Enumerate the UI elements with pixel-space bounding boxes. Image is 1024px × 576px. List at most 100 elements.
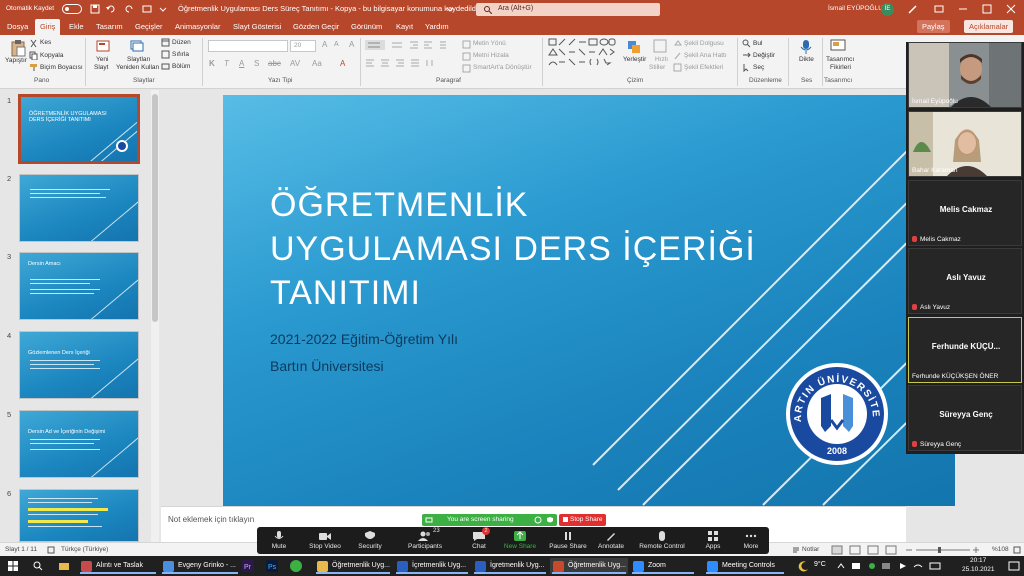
new-slide-label-2[interactable]: Slayt — [94, 64, 108, 71]
shield-icon[interactable] — [546, 516, 554, 524]
menu-transitions[interactable]: Geçişler — [135, 22, 163, 31]
video-tile-bahar[interactable]: Bahar Karaman — [908, 111, 1022, 177]
shape-outline-label[interactable]: Şekil Ana Hattı — [684, 52, 727, 59]
bold-icon[interactable]: K — [209, 59, 215, 68]
comments-button[interactable]: Açıklamalar — [964, 20, 1014, 33]
shape-outline-icon[interactable] — [673, 51, 682, 60]
cut-icon[interactable] — [29, 39, 38, 48]
reset-icon[interactable] — [161, 50, 170, 59]
designer-label-1[interactable]: Tasarımcı — [826, 56, 854, 63]
view-buttons[interactable] — [830, 545, 980, 555]
change-case-icon[interactable]: Aa — [312, 59, 322, 68]
font-size-select[interactable]: 20 — [290, 40, 316, 52]
slide-thumbnail-2[interactable] — [19, 174, 139, 242]
shrink-font-icon[interactable]: A — [334, 41, 339, 48]
shape-fill-label[interactable]: Şekil Dolgusu — [684, 40, 724, 47]
font-color-icon[interactable]: A — [340, 59, 345, 68]
menu-design[interactable]: Tasarım — [96, 22, 123, 31]
slide-thumbnail-4[interactable]: Gözlemlenen Ders İçeriği — [19, 331, 139, 399]
mute-button[interactable]: Mute — [267, 527, 291, 554]
text-direction-label[interactable]: Metin Yönü — [473, 40, 506, 47]
notes-toggle[interactable]: Notlar — [802, 546, 819, 553]
weather-temp[interactable]: 9°C — [814, 561, 826, 568]
video-tile-ismail[interactable]: İsmail Eyüpoğlu — [908, 42, 1022, 108]
pen-icon[interactable] — [908, 4, 918, 14]
slideshow-icon[interactable] — [142, 4, 152, 14]
arrange-icon[interactable] — [626, 39, 642, 55]
video-tile-sureyya[interactable]: Süreyya Genç Süreyya Genç — [908, 385, 1022, 451]
decrease-indent-icon[interactable] — [409, 40, 419, 50]
shape-fill-icon[interactable] — [673, 39, 682, 48]
taskbar-meeting-controls[interactable]: Meeting Controls — [704, 558, 786, 574]
remote-control-button[interactable]: Remote Control — [637, 527, 687, 554]
reuse-slides-label-2[interactable]: Yeniden Kullan — [116, 64, 159, 71]
microphone-icon[interactable] — [800, 39, 812, 55]
alignment-icons[interactable] — [365, 58, 445, 68]
chat-button[interactable]: Chat 2 — [467, 527, 491, 554]
arrange-label[interactable]: Yerleştir — [623, 56, 646, 63]
menu-home[interactable]: Giriş — [35, 19, 61, 35]
new-share-button[interactable]: New Share — [503, 527, 537, 554]
annotate-button[interactable]: Annotate — [595, 527, 627, 554]
paste-icon[interactable] — [10, 39, 26, 57]
menu-animations[interactable]: Animasyonlar — [175, 22, 220, 31]
search-icon[interactable] — [33, 561, 43, 571]
windows-start-icon[interactable] — [8, 561, 18, 571]
reuse-slides-label-1[interactable]: Slaytları — [127, 56, 150, 63]
section-icon[interactable] — [161, 62, 170, 71]
align-text-label[interactable]: Metni Hizala — [473, 52, 509, 59]
shape-effects-icon[interactable] — [673, 63, 682, 72]
phone-icon[interactable] — [290, 560, 302, 572]
maximize-icon[interactable] — [982, 4, 992, 14]
slide-thumbnail-5[interactable]: Dersin Ad ve İçeriğinin Değişimi — [19, 410, 139, 478]
shapes-gallery[interactable] — [548, 38, 616, 74]
taskbar-folder[interactable]: Öğretmenlik Uyg... — [314, 558, 392, 574]
screen-sharing-banner[interactable]: You are screen sharing — [422, 514, 557, 526]
clear-formatting-icon[interactable]: A — [349, 40, 354, 49]
zoom-level[interactable]: %108 — [992, 546, 1009, 553]
increase-indent-icon[interactable] — [423, 40, 433, 50]
undo-icon[interactable] — [106, 4, 116, 14]
reset-label[interactable]: Sıfırla — [172, 51, 189, 58]
taskbar-chrome[interactable]: Evgeny Grinko - ... — [160, 558, 240, 574]
search-box[interactable]: Ara (Alt+G) — [476, 3, 660, 16]
photoshop-icon[interactable]: Ps — [266, 560, 278, 572]
clock-time[interactable]: 20:17 — [970, 557, 986, 564]
user-name[interactable]: İsmail EYÜPOĞLU — [828, 5, 883, 12]
save-icon[interactable] — [90, 4, 100, 14]
menu-view[interactable]: Görünüm — [351, 22, 382, 31]
stop-video-button[interactable]: Stop Video — [305, 527, 345, 554]
info-icon[interactable] — [534, 516, 542, 524]
taskbar-powerpoint[interactable]: Öğretmenlik Uyg... — [550, 558, 628, 574]
notes-icon[interactable] — [792, 546, 800, 554]
smartart-icon[interactable] — [462, 64, 471, 73]
language-label[interactable]: Türkçe (Türkiye) — [61, 546, 108, 553]
menu-insert[interactable]: Ekle — [69, 22, 84, 31]
more-button[interactable]: More — [739, 527, 763, 554]
quick-styles-label-1[interactable]: Hızlı — [655, 56, 668, 63]
find-icon[interactable] — [742, 39, 751, 48]
participants-button[interactable]: Participants 23 — [403, 527, 447, 554]
system-tray-icons[interactable] — [836, 561, 948, 571]
university-logo[interactable]: BARTIN ÜNİVERSİTESİ 2008 — [785, 362, 889, 466]
video-tile-melis[interactable]: Melis Cakmaz Melis Cakmaz — [908, 180, 1022, 246]
scrollbar-thumb[interactable] — [152, 94, 158, 322]
ribbon-display-icon[interactable] — [934, 4, 944, 14]
format-painter-label[interactable]: Biçim Boyacısı — [40, 64, 83, 71]
slide-title[interactable]: ÖĞRETMENLİK UYGULAMASI DERS İÇERİĞİ TANI… — [270, 183, 756, 315]
dictate-label[interactable]: Dikte — [799, 56, 814, 63]
slide-canvas[interactable]: ÖĞRETMENLİK UYGULAMASI DERS İÇERİĞİ TANI… — [223, 95, 955, 506]
autosave-toggle[interactable] — [62, 4, 82, 14]
select-label[interactable]: Seç — [753, 64, 764, 71]
file-explorer-icon[interactable] — [58, 560, 70, 572]
clock-date[interactable]: 25.10.2021 — [962, 566, 995, 573]
premiere-icon[interactable]: Pr — [242, 560, 254, 572]
select-icon[interactable] — [742, 63, 751, 72]
customize-chevron-icon[interactable] — [158, 4, 168, 14]
fit-slide-icon[interactable] — [1013, 546, 1021, 554]
shadow-icon[interactable]: S — [254, 59, 259, 68]
video-tile-asli[interactable]: Aslı Yavuz Aslı Yavuz — [908, 248, 1022, 314]
apps-button[interactable]: Apps — [701, 527, 725, 554]
share-button[interactable]: Paylaş — [917, 20, 950, 33]
grow-font-icon[interactable]: A — [322, 40, 327, 49]
